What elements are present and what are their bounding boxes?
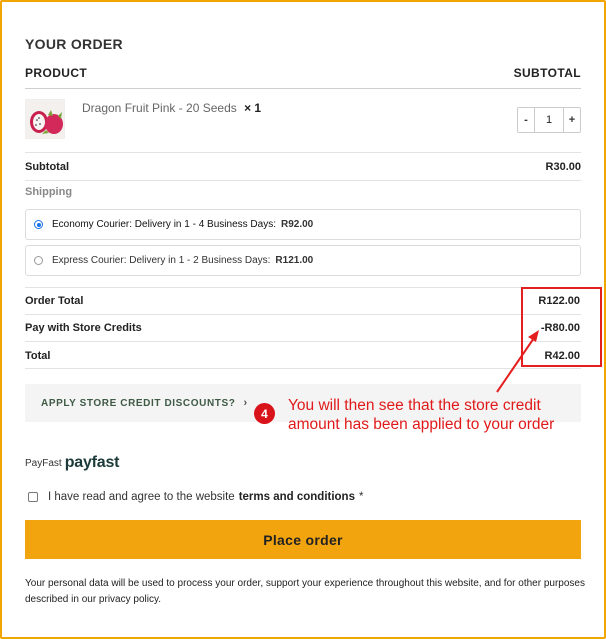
order-total-row: Order Total R122.00: [25, 290, 581, 312]
product-name: Dragon Fruit Pink - 20 Seeds: [82, 101, 237, 115]
divider: [25, 152, 581, 153]
place-order-button[interactable]: Place order: [25, 520, 581, 559]
apply-store-credit-label: APPLY STORE CREDIT DISCOUNTS?: [41, 397, 236, 409]
privacy-notice: Your personal data will be used to proce…: [25, 578, 585, 605]
decrease-quantity-button[interactable]: -: [518, 108, 534, 132]
product-name-line: Dragon Fruit Pink - 20 Seeds × 1: [82, 101, 261, 115]
total-row: Total R42.00: [25, 345, 581, 367]
subtotal-label: Subtotal: [25, 161, 69, 173]
subtotal-row: Subtotal R30.00: [25, 156, 581, 178]
shipping-option-economy[interactable]: Economy Courier: Delivery in 1 - 4 Busin…: [25, 209, 581, 240]
terms-link[interactable]: terms and conditions: [239, 491, 355, 503]
divider: [25, 180, 581, 181]
terms-row: I have read and agree to the website ter…: [28, 491, 363, 503]
divider: [25, 88, 581, 89]
store-credit-row: Pay with Store Credits -R80.00: [25, 317, 581, 339]
shipping-option-name: Express Courier: Delivery in 1 - 2 Busin…: [52, 255, 271, 266]
table-header: PRODUCT SUBTOTAL: [25, 66, 581, 88]
product-column-header: PRODUCT: [25, 66, 88, 80]
shipping-option-price: R92.00: [280, 219, 314, 230]
highlight-box: [521, 287, 602, 367]
divider: [25, 287, 581, 288]
shipping-option-express[interactable]: Express Courier: Delivery in 1 - 2 Busin…: [25, 245, 581, 276]
dragon-fruit-image: [26, 100, 64, 138]
quantity-input[interactable]: 1: [534, 108, 564, 132]
required-marker: *: [358, 491, 364, 503]
economy-radio[interactable]: [34, 220, 43, 229]
order-total-label: Order Total: [25, 295, 84, 307]
shipping-label: Shipping: [25, 186, 73, 198]
callout-annotation: You will then see that the store credit …: [288, 397, 555, 433]
express-radio[interactable]: [34, 256, 43, 265]
product-thumbnail: [25, 99, 65, 139]
divider: [25, 341, 581, 342]
payment-method[interactable]: PayFast payfast: [25, 454, 120, 472]
divider: [25, 314, 581, 315]
payment-method-label: PayFast: [25, 457, 62, 469]
total-label: Total: [25, 350, 51, 362]
shipping-option-price: R121.00: [275, 255, 314, 266]
order-heading: YOUR ORDER: [25, 36, 123, 52]
quantity-stepper: - 1 +: [517, 107, 581, 133]
payfast-logo: payfast: [64, 454, 120, 471]
shipping-option-name: Economy Courier: Delivery in 1 - 4 Busin…: [52, 219, 276, 230]
terms-text: I have read and agree to the website: [48, 491, 235, 503]
subtotal-value: R30.00: [545, 161, 581, 173]
increase-quantity-button[interactable]: +: [564, 108, 580, 132]
terms-checkbox[interactable]: [28, 492, 38, 502]
divider: [25, 368, 581, 369]
store-credit-label: Pay with Store Credits: [25, 322, 142, 334]
product-quantity: × 1: [244, 101, 262, 115]
chevron-right-icon: ›: [243, 397, 248, 409]
subtotal-column-header: SUBTOTAL: [513, 66, 581, 80]
step-number-badge: 4: [254, 403, 275, 424]
